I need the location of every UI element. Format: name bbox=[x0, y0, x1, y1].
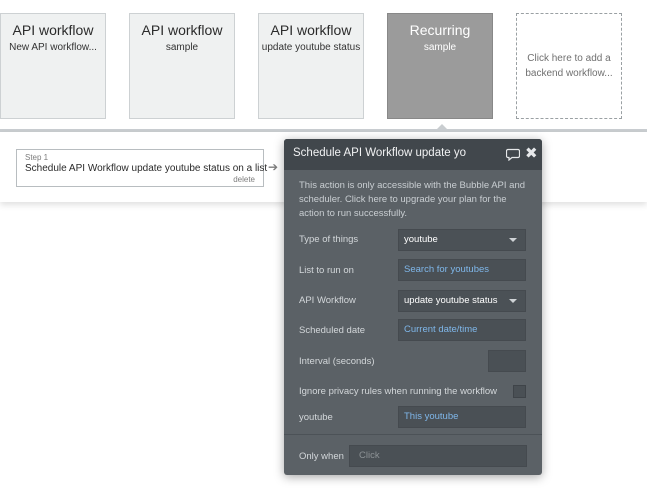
type-of-things-dropdown[interactable]: youtube bbox=[398, 229, 526, 251]
card-title: API workflow bbox=[141, 22, 223, 38]
workflow-card-sample[interactable]: API workflow sample bbox=[129, 13, 235, 119]
card-subtitle: sample bbox=[165, 42, 199, 53]
action-properties-panel: Schedule API Workflow update yo ✖ This a… bbox=[284, 139, 542, 475]
list-to-run-on-field[interactable]: Search for youtubes bbox=[398, 259, 526, 281]
card-title: Recurring bbox=[409, 22, 471, 38]
card-title: API workflow bbox=[12, 22, 94, 38]
interval-label: Interval (seconds) bbox=[299, 356, 375, 367]
api-workflow-dropdown[interactable]: update youtube status bbox=[398, 290, 526, 312]
ignore-privacy-checkbox[interactable] bbox=[513, 385, 526, 398]
active-card-pointer bbox=[436, 124, 448, 130]
youtube-param-field[interactable]: This youtube bbox=[398, 406, 526, 428]
step-label: Step 1 bbox=[25, 153, 49, 162]
ignore-privacy-label: Ignore privacy rules when running the wo… bbox=[299, 386, 498, 397]
type-of-things-label: Type of things bbox=[299, 234, 359, 245]
arrow-right-icon: ➔ bbox=[268, 160, 279, 174]
plan-warning-text[interactable]: This action is only accessible with the … bbox=[299, 179, 534, 221]
only-when-label: Only when bbox=[299, 451, 344, 462]
api-workflow-label: API Workflow bbox=[299, 295, 356, 306]
panel-header: Schedule API Workflow update yo ✖ bbox=[284, 139, 542, 170]
card-subtitle: update youtube status bbox=[261, 42, 361, 53]
workflow-card-new-api[interactable]: API workflow New API workflow... bbox=[0, 13, 106, 119]
step-1-box[interactable]: Step 1 Schedule API Workflow update yout… bbox=[16, 149, 268, 187]
api-workflow-value: update youtube status bbox=[404, 295, 498, 306]
type-of-things-value: youtube bbox=[404, 234, 438, 245]
panel-divider bbox=[284, 434, 542, 435]
comment-icon[interactable] bbox=[506, 148, 520, 161]
scheduled-date-field[interactable]: Current date/time bbox=[398, 319, 526, 341]
list-to-run-on-label: List to run on bbox=[299, 265, 354, 276]
add-workflow-text: Click here to add a backend workflow... bbox=[525, 53, 613, 79]
add-backend-workflow-card[interactable]: Click here to add a backend workflow... bbox=[516, 13, 622, 119]
only-when-field[interactable]: Click bbox=[349, 445, 527, 467]
workflow-card-recurring[interactable]: Recurring sample bbox=[387, 13, 493, 119]
step-text: Schedule API Workflow update youtube sta… bbox=[25, 163, 268, 174]
chevron-down-icon bbox=[509, 238, 517, 242]
chevron-down-icon bbox=[509, 299, 517, 303]
scheduled-date-label: Scheduled date bbox=[299, 325, 366, 336]
panel-title: Schedule API Workflow update yo bbox=[293, 147, 467, 159]
step-delete-link[interactable]: delete bbox=[233, 175, 255, 184]
card-subtitle: New API workflow... bbox=[9, 42, 97, 53]
workflow-card-update-youtube-status[interactable]: API workflow update youtube status bbox=[258, 13, 364, 119]
card-title: API workflow bbox=[270, 22, 352, 38]
interval-input[interactable] bbox=[488, 350, 526, 372]
card-subtitle: sample bbox=[423, 42, 457, 53]
youtube-param-label: youtube bbox=[299, 412, 333, 423]
workflow-editor: API workflow New API workflow... API wor… bbox=[0, 0, 647, 500]
close-icon[interactable]: ✖ bbox=[525, 146, 538, 162]
